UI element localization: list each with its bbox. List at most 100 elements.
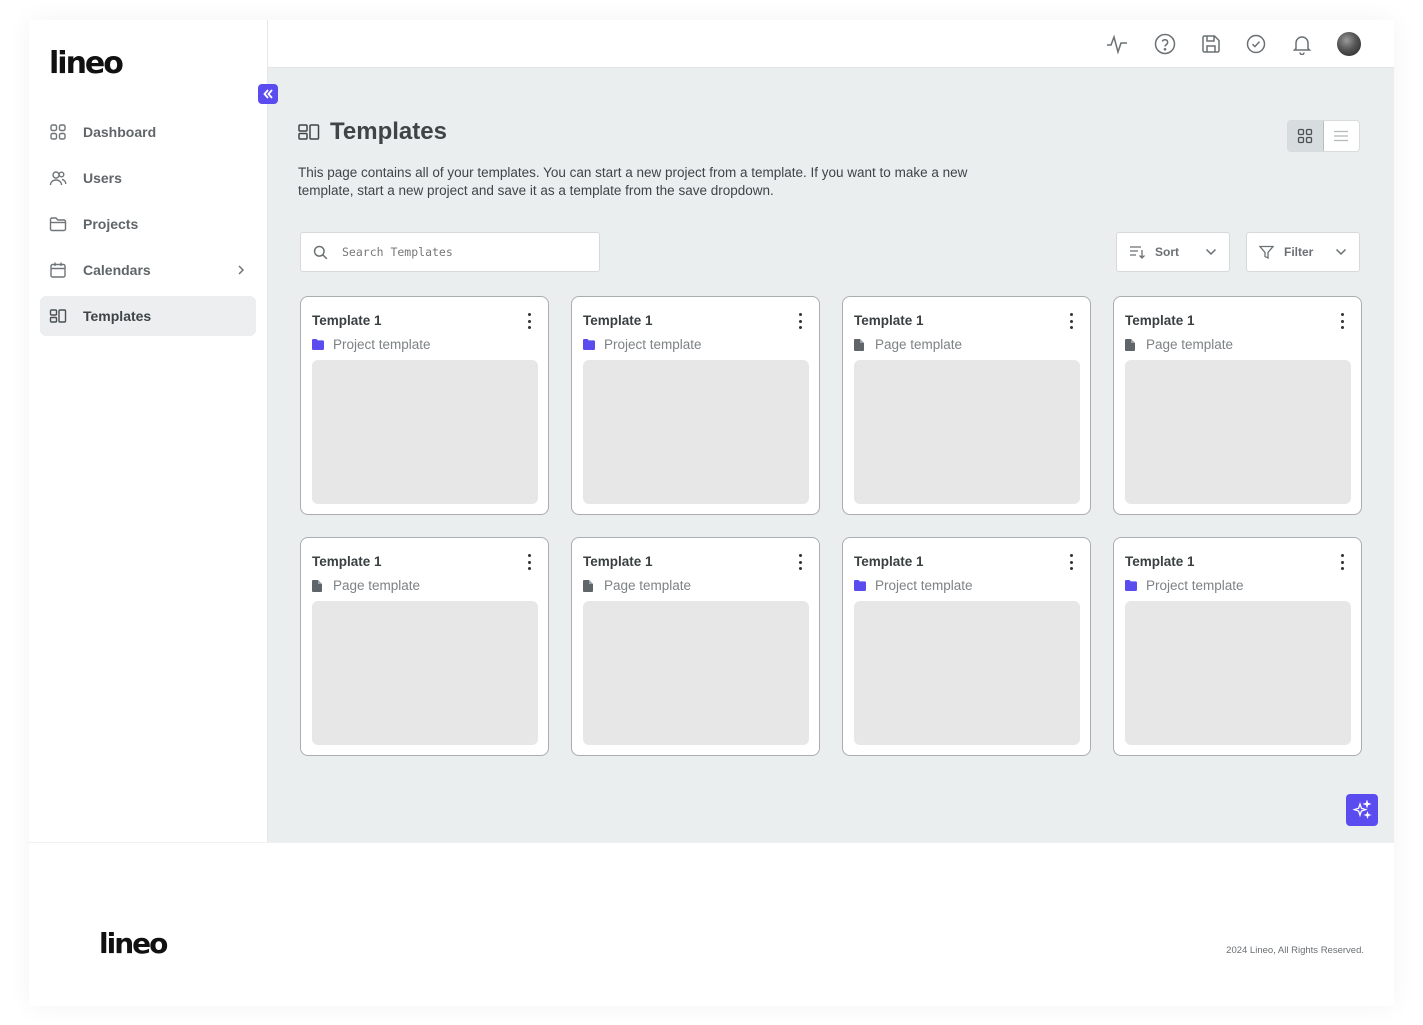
grid-icon xyxy=(1298,128,1313,144)
activity-icon[interactable] xyxy=(1106,33,1128,55)
bell-icon[interactable] xyxy=(1291,33,1313,55)
grid-icon xyxy=(49,123,67,141)
file-icon xyxy=(854,338,866,351)
template-type-label: Project template xyxy=(875,578,973,593)
template-thumbnail xyxy=(583,601,809,745)
chevrons-left-icon xyxy=(263,89,273,99)
file-icon xyxy=(1125,338,1137,351)
filter-dropdown[interactable]: Filter xyxy=(1246,232,1360,272)
more-vertical-icon[interactable] xyxy=(1068,313,1074,329)
footer-logo: lineo xyxy=(99,927,168,960)
copyright-text: 2024 Lineo, All Rights Reserved. xyxy=(1226,945,1364,956)
list-icon xyxy=(1334,130,1349,142)
templates-icon xyxy=(298,123,320,141)
more-vertical-icon[interactable] xyxy=(526,313,532,329)
template-title: Template 1 xyxy=(854,554,924,569)
more-vertical-icon[interactable] xyxy=(797,313,803,329)
template-type: Project template xyxy=(1125,578,1244,593)
sidebar-item-label: Dashboard xyxy=(83,124,157,140)
template-card[interactable]: Template 1 Page template xyxy=(1113,296,1362,515)
template-type: Project template xyxy=(583,337,702,352)
template-type-label: Page template xyxy=(333,578,421,593)
template-card[interactable]: Template 1 Page template xyxy=(571,537,820,756)
folder-icon xyxy=(49,215,67,233)
sidebar: lineo Dashboard Users Projects Calendars… xyxy=(29,20,268,842)
avatar[interactable] xyxy=(1337,32,1361,56)
list-view-button[interactable] xyxy=(1324,121,1360,151)
file-icon xyxy=(583,579,595,592)
app-frame: lineo Dashboard Users Projects Calendars… xyxy=(29,20,1394,1006)
template-thumbnail xyxy=(1125,360,1351,504)
template-thumbnail xyxy=(1125,601,1351,745)
page-header: Templates xyxy=(298,118,447,146)
sidebar-item-dashboard[interactable]: Dashboard xyxy=(40,112,256,152)
app-logo[interactable]: lineo xyxy=(49,46,124,81)
templates-icon xyxy=(49,307,67,325)
page-title: Templates xyxy=(330,118,447,145)
template-type: Page template xyxy=(1125,337,1233,352)
template-title: Template 1 xyxy=(1125,313,1195,328)
template-title: Template 1 xyxy=(583,554,653,569)
template-type-label: Project template xyxy=(1146,578,1244,593)
sidebar-item-label: Users xyxy=(83,170,122,186)
more-vertical-icon[interactable] xyxy=(1339,313,1345,329)
folder-icon xyxy=(854,579,866,592)
ai-assistant-button[interactable] xyxy=(1346,794,1378,826)
chevron-down-icon xyxy=(1335,248,1347,256)
template-card[interactable]: Template 1 Project template xyxy=(300,296,549,515)
template-type-label: Page template xyxy=(875,337,963,352)
template-title: Template 1 xyxy=(583,313,653,328)
chevron-right-icon xyxy=(236,264,246,276)
calendar-icon xyxy=(49,261,67,279)
help-icon[interactable] xyxy=(1154,33,1176,55)
more-vertical-icon[interactable] xyxy=(797,554,803,570)
template-thumbnail xyxy=(312,601,538,745)
sidebar-item-templates[interactable]: Templates xyxy=(40,296,256,336)
filter-label: Filter xyxy=(1284,245,1314,259)
template-type: Project template xyxy=(312,337,431,352)
template-thumbnail xyxy=(583,360,809,504)
template-type: Page template xyxy=(583,578,691,593)
sort-dropdown[interactable]: Sort xyxy=(1116,232,1230,272)
sidebar-nav: Dashboard Users Projects Calendars Templ… xyxy=(40,112,256,342)
sidebar-item-label: Projects xyxy=(83,216,139,232)
page-description: This page contains all of your templates… xyxy=(298,165,968,198)
more-vertical-icon[interactable] xyxy=(1339,554,1345,570)
view-toggle xyxy=(1287,120,1360,152)
collapse-sidebar-button[interactable] xyxy=(258,84,278,104)
sidebar-item-users[interactable]: Users xyxy=(40,158,256,198)
template-type-label: Page template xyxy=(604,578,692,593)
footer: lineo 2024 Lineo, All Rights Reserved. xyxy=(29,842,1394,1006)
search-input[interactable] xyxy=(342,245,582,259)
template-card[interactable]: Template 1 Page template xyxy=(300,537,549,756)
search-icon xyxy=(313,245,328,260)
sort-icon xyxy=(1129,244,1145,260)
template-type-label: Project template xyxy=(604,337,702,352)
template-type-label: Page template xyxy=(1146,337,1234,352)
chevron-down-icon xyxy=(1205,248,1217,256)
file-icon xyxy=(312,579,324,592)
folder-icon xyxy=(312,338,324,351)
sidebar-item-projects[interactable]: Projects xyxy=(40,204,256,244)
template-card[interactable]: Template 1 Project template xyxy=(1113,537,1362,756)
template-card[interactable]: Template 1 Project template xyxy=(842,537,1091,756)
template-grid: Template 1 Project template Template 1 P… xyxy=(300,296,1363,756)
template-type: Page template xyxy=(312,578,420,593)
sidebar-item-label: Calendars xyxy=(83,262,151,278)
check-circle-icon[interactable] xyxy=(1245,33,1267,55)
template-title: Template 1 xyxy=(854,313,924,328)
more-vertical-icon[interactable] xyxy=(1068,554,1074,570)
more-vertical-icon[interactable] xyxy=(526,554,532,570)
template-title: Template 1 xyxy=(312,313,382,328)
sidebar-item-calendars[interactable]: Calendars xyxy=(40,250,256,290)
template-card[interactable]: Template 1 Project template xyxy=(571,296,820,515)
sparkles-icon xyxy=(1352,800,1372,820)
template-card[interactable]: Template 1 Page template xyxy=(842,296,1091,515)
grid-view-button[interactable] xyxy=(1288,121,1324,151)
template-title: Template 1 xyxy=(312,554,382,569)
template-thumbnail xyxy=(312,360,538,504)
folder-icon xyxy=(583,338,595,351)
folder-icon xyxy=(1125,579,1137,592)
save-icon[interactable] xyxy=(1200,33,1222,55)
sort-label: Sort xyxy=(1155,245,1179,259)
